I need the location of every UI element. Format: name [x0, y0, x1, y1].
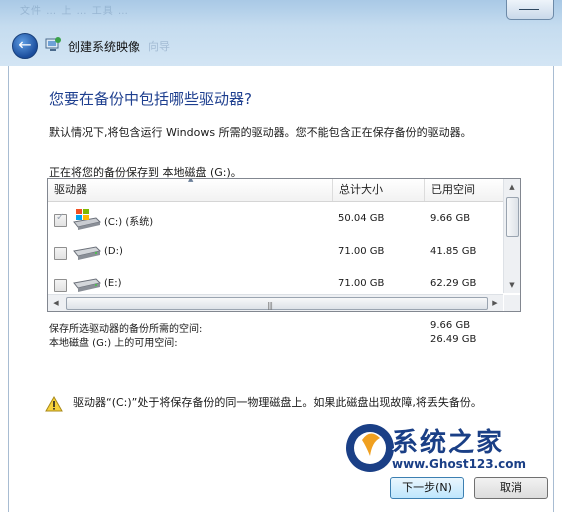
back-arrow-icon[interactable]: ← [12, 33, 38, 59]
available-space-label: 本地磁盘 (G:) 上的可用空间: [49, 338, 178, 349]
page-description: 默认情况下,将包含运行 Windows 所需的驱动器。您不能包含正在保存备份的驱… [49, 126, 472, 139]
drive-used: 62.29 GB [430, 278, 477, 289]
horizontal-scroll-thumb[interactable]: ||| [66, 297, 488, 310]
watermark-url: www.Ghost123.com [392, 457, 527, 471]
warning-icon [45, 396, 63, 412]
drive-total: 71.00 GB [338, 246, 385, 257]
drive-checkbox[interactable] [54, 279, 67, 292]
cancel-button[interactable]: 取消 [474, 477, 548, 499]
drive-total: 50.04 GB [338, 213, 385, 224]
horizontal-scrollbar[interactable]: ◀ ||| ▶ [48, 294, 503, 311]
required-space-label: 保存所选驱动器的备份所需的空间: [49, 324, 203, 335]
watermark-title: 系统之家 [392, 428, 505, 458]
minimize-button[interactable] [506, 0, 554, 20]
vertical-scroll-thumb[interactable] [506, 197, 519, 237]
window-title: 创建系统映像 [68, 40, 141, 54]
drive-used: 9.66 GB [430, 213, 471, 224]
scroll-left-arrow-icon[interactable]: ◀ [48, 295, 64, 311]
next-button[interactable]: 下一步(N) [390, 477, 464, 499]
scroll-up-arrow-icon[interactable]: ▲ [504, 179, 520, 195]
window-titlebar: 文件 … 上 … 工具 … ← 创建系统映像 向导 [0, 0, 562, 66]
column-header-used[interactable]: 已用空间 [424, 179, 511, 201]
required-space-value: 9.66 GB [430, 320, 471, 331]
watermark-logo: 系统之家 www.Ghost123.com [342, 420, 562, 480]
system-image-icon [45, 37, 61, 51]
scroll-right-arrow-icon[interactable]: ▶ [487, 295, 503, 311]
drive-name: (C:) (系统) [104, 217, 154, 228]
drive-name: (D:) [104, 246, 123, 257]
drive-list-header: 驱动器 ▲ 总计大小 已用空间 [48, 179, 503, 202]
background-menu-ghost: 文件 … 上 … 工具 … [20, 6, 129, 17]
drive-name: (E:) [104, 278, 122, 289]
sort-arrow-icon: ▲ [188, 178, 194, 183]
scroll-grip-icon: ||| [267, 301, 273, 310]
warning-message: 驱动器“(C:)”处于将保存备份的同一物理磁盘上。如果此磁盘出现故障,将丢失备份… [73, 396, 482, 409]
drive-total: 71.00 GB [338, 278, 385, 289]
drive-checkbox[interactable] [54, 247, 67, 260]
column-header-total[interactable]: 总计大小 [332, 179, 425, 201]
watermark-emblem-icon [346, 424, 394, 472]
drive-checkbox[interactable] [54, 212, 67, 227]
window-title-ghost: 向导 [148, 40, 170, 53]
windows-drive-icon [73, 209, 101, 230]
hard-drive-icon [73, 246, 101, 260]
table-row[interactable]: (C:) (系统) 50.04 GB 9.66 GB [48, 204, 503, 236]
drive-used: 41.85 GB [430, 246, 477, 257]
vertical-scrollbar[interactable]: ▲ ▼ [503, 179, 520, 293]
available-space-value: 26.49 GB [430, 334, 477, 345]
drive-list[interactable]: 驱动器 ▲ 总计大小 已用空间 (C:) (系统) 50.04 GB 9.66 … [47, 178, 521, 312]
scroll-down-arrow-icon[interactable]: ▼ [504, 277, 520, 293]
page-heading: 您要在备份中包括哪些驱动器? [49, 90, 252, 108]
scrollbar-corner [504, 295, 520, 311]
table-row[interactable]: (D:) 71.00 GB 41.85 GB [48, 237, 503, 269]
